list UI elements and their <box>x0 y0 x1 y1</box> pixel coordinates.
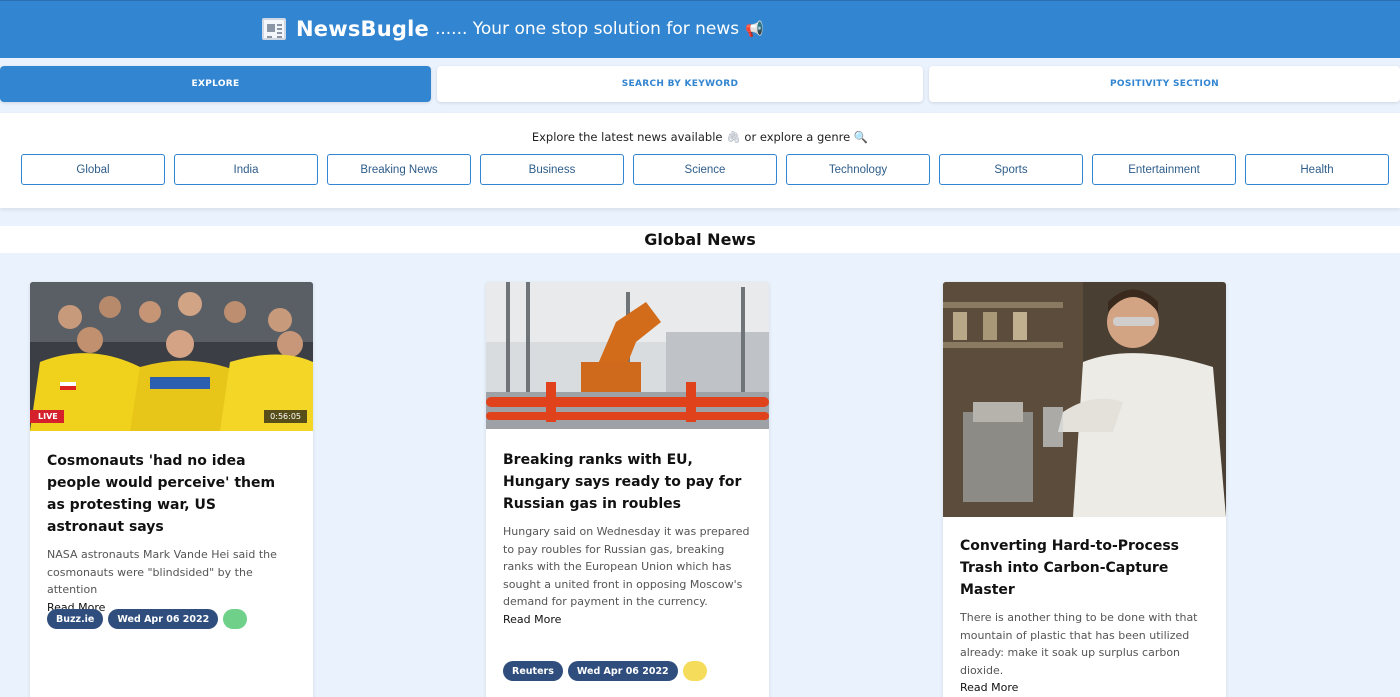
astronauts-photo <box>30 282 313 431</box>
news-description: There is another thing to be done with t… <box>960 611 1198 677</box>
explore-prompt: Explore the latest news available 🖇 or e… <box>0 130 1400 144</box>
news-meta: Reuters Wed Apr 06 2022 <box>503 661 707 681</box>
genre-button-sports[interactable]: Sports <box>939 154 1083 185</box>
magnifier-icon: 🔍 <box>853 130 869 144</box>
tab-positivity-section[interactable]: POSITIVITY SECTION <box>929 66 1400 102</box>
genre-button-health[interactable]: Health <box>1245 154 1389 185</box>
tab-search-by-keyword[interactable]: SEARCH BY KEYWORD <box>437 66 923 102</box>
genre-button-business[interactable]: Business <box>480 154 624 185</box>
news-card: Converting Hard-to-Process Trash into Ca… <box>943 282 1226 697</box>
news-title[interactable]: Converting Hard-to-Process Trash into Ca… <box>960 535 1209 601</box>
news-image[interactable] <box>943 282 1226 517</box>
date-badge: Wed Apr 06 2022 <box>567 661 678 681</box>
brand-name: NewsBugle <box>296 17 429 41</box>
app-header: NewsBugle ...... Your one stop solution … <box>0 0 1400 58</box>
news-card: LIVE 0:56:05 Cosmonauts 'had no idea peo… <box>30 282 313 697</box>
read-more-link[interactable]: Read More <box>960 679 1209 697</box>
news-description: NASA astronauts Mark Vande Hei said the … <box>47 548 277 597</box>
genre-list: Global India Breaking News Business Scie… <box>21 154 1389 185</box>
sentiment-indicator <box>682 661 707 681</box>
genre-button-breaking-news[interactable]: Breaking News <box>327 154 471 185</box>
genre-button-entertainment[interactable]: Entertainment <box>1092 154 1236 185</box>
source-badge: Buzz.ie <box>47 609 104 629</box>
pin-icon: 🖇 <box>726 130 741 144</box>
brand-tagline: ...... Your one stop solution for news <box>434 19 740 39</box>
newspaper-icon <box>262 18 286 40</box>
explore-prompt-text: Explore the latest news available <box>531 130 723 144</box>
video-timestamp: 0:56:05 <box>264 410 307 423</box>
news-image[interactable]: LIVE 0:56:05 <box>30 282 313 431</box>
genre-button-technology[interactable]: Technology <box>786 154 930 185</box>
megaphone-icon: 📢 <box>745 20 764 38</box>
genre-button-india[interactable]: India <box>174 154 318 185</box>
tab-explore[interactable]: EXPLORE <box>0 66 431 102</box>
lab-scientist-photo <box>943 282 1226 517</box>
date-badge: Wed Apr 06 2022 <box>108 609 219 629</box>
news-meta: Buzz.ie Wed Apr 06 2022 <box>47 609 248 629</box>
news-title[interactable]: Breaking ranks with EU, Hungary says rea… <box>503 449 752 515</box>
news-card: Breaking ranks with EU, Hungary says rea… <box>486 282 769 697</box>
news-image[interactable] <box>486 282 769 429</box>
main-tabs: EXPLORE SEARCH BY KEYWORD POSITIVITY SEC… <box>0 66 1400 102</box>
news-title[interactable]: Cosmonauts 'had no idea people would per… <box>47 450 296 538</box>
sentiment-indicator <box>223 609 248 629</box>
gas-pipeline-photo <box>486 282 769 429</box>
section-title: Global News <box>644 230 756 249</box>
genre-panel: Explore the latest news available 🖇 or e… <box>0 113 1400 208</box>
live-badge: LIVE <box>30 410 64 423</box>
news-description: Hungary said on Wednesday it was prepare… <box>503 525 750 609</box>
explore-prompt-text-2: or explore a genre <box>744 130 851 144</box>
brand[interactable]: NewsBugle ...... Your one stop solution … <box>262 17 764 41</box>
source-badge: Reuters <box>503 661 563 681</box>
genre-button-global[interactable]: Global <box>21 154 165 185</box>
genre-button-science[interactable]: Science <box>633 154 777 185</box>
read-more-link[interactable]: Read More <box>503 611 752 629</box>
section-header: Global News <box>0 226 1400 253</box>
